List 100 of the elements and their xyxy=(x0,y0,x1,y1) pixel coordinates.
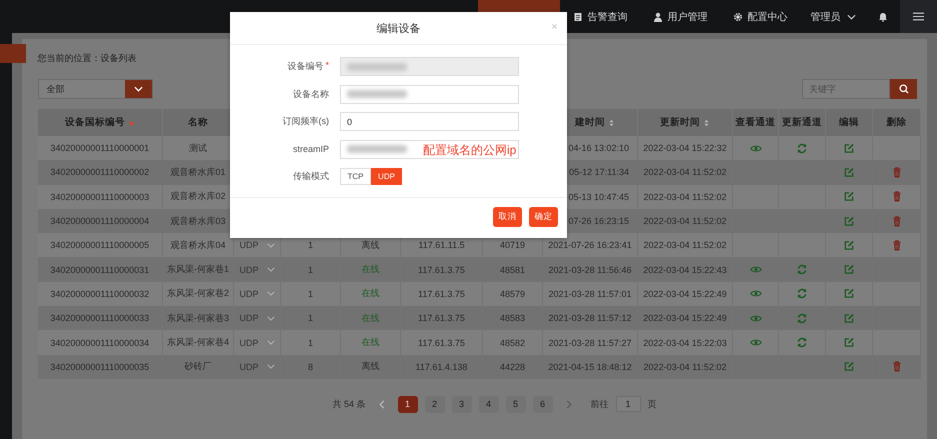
radio-button[interactable]: TCP xyxy=(340,168,371,186)
edit-icon[interactable] xyxy=(843,337,855,348)
input-field[interactable] xyxy=(340,84,519,104)
eye-icon[interactable] xyxy=(750,312,762,324)
user-icon xyxy=(652,12,662,22)
chevron-down-icon xyxy=(846,14,856,20)
refresh-icon[interactable] xyxy=(796,312,808,324)
table-cell: 1 xyxy=(308,313,313,324)
table-cell: 07-26 16:23:15 xyxy=(568,216,629,226)
edit-icon[interactable] xyxy=(843,142,855,154)
table-cell: 34020000001110000033 xyxy=(50,313,150,324)
table-cell: 观音桥水库04 xyxy=(170,240,226,250)
table-cell: 117.61.3.75 xyxy=(418,288,465,299)
table-cell: 117.61.3.75 xyxy=(418,338,465,348)
page-button[interactable]: 1 xyxy=(398,396,418,413)
column-header: 更新时间 xyxy=(660,116,700,129)
nav-item[interactable]: 告警查询 xyxy=(560,0,640,33)
table-cell: 117.61.3.75 xyxy=(418,264,465,275)
table-cell: 2022-03-04 15:22:43 xyxy=(643,264,727,275)
table-cell: 48583 xyxy=(500,313,526,324)
input-field[interactable]: 配置域名的公网ip xyxy=(340,140,519,159)
eye-icon[interactable] xyxy=(750,142,762,154)
refresh-icon[interactable] xyxy=(796,142,808,154)
field-label: 订阅频率(s) xyxy=(282,115,329,128)
table-cell: 34020000001110000002 xyxy=(50,167,150,178)
refresh-icon[interactable] xyxy=(796,288,808,300)
refresh-icon[interactable] xyxy=(796,337,808,348)
column-header: 建时间 xyxy=(575,116,605,129)
close-icon[interactable] xyxy=(551,23,558,30)
table-cell: 测试 xyxy=(189,142,207,153)
eye-icon[interactable] xyxy=(750,288,762,300)
goto-label: 前往 xyxy=(590,398,609,411)
page-button[interactable]: 6 xyxy=(532,396,553,413)
field-label: streamIP xyxy=(292,144,329,154)
page-input[interactable]: 1 xyxy=(616,396,641,412)
edit-icon[interactable] xyxy=(843,264,855,276)
next-page-icon[interactable] xyxy=(566,400,572,409)
table-cell: 34020000001110000004 xyxy=(50,216,150,226)
edit-icon[interactable] xyxy=(843,288,855,300)
table-cell: 05-12 17:11:34 xyxy=(569,167,629,178)
column-header: 更新通道 xyxy=(782,116,822,129)
nav-item[interactable]: 配置中心 xyxy=(720,0,800,33)
trash-icon[interactable] xyxy=(890,361,902,372)
nav-item[interactable]: 用户管理 xyxy=(640,0,720,33)
edit-icon[interactable] xyxy=(843,216,855,227)
annotation-text: 配置域名的公网ip xyxy=(423,142,516,158)
previous-page-icon[interactable] xyxy=(378,400,385,409)
sort-up-icon[interactable] xyxy=(128,118,135,126)
page-button[interactable]: 5 xyxy=(506,396,526,413)
table-cell: 砂砖厂 xyxy=(184,361,212,372)
table-cell: 2021-07-26 16:23:41 xyxy=(548,240,632,250)
user-menu[interactable]: 管理员 xyxy=(800,0,866,33)
table-cell: 8 xyxy=(308,362,313,372)
table-cell: 1 xyxy=(308,264,313,275)
filter-select[interactable]: 全部 xyxy=(38,79,152,99)
table-cell: 2022-03-04 11:52:02 xyxy=(644,240,726,250)
search-icon xyxy=(898,84,908,94)
table-cell: 东风渠-何家巷3 xyxy=(166,312,229,323)
table-cell: 东风渠-何家巷4 xyxy=(166,337,229,348)
table-cell: 2022-03-04 15:22:03 xyxy=(643,338,727,348)
column-header: 编辑 xyxy=(839,116,859,129)
table-cell: 48581 xyxy=(500,264,526,275)
input-field[interactable]: 0 xyxy=(340,112,519,132)
trash-icon[interactable] xyxy=(890,191,902,202)
search-button[interactable] xyxy=(890,79,917,99)
table-cell: 2022-03-04 15:22:49 xyxy=(643,288,727,299)
table-cell: 2021-03-28 11:56:46 xyxy=(548,264,632,275)
sort-icon[interactable] xyxy=(608,118,615,126)
eye-icon[interactable] xyxy=(750,264,762,276)
radio-button[interactable]: UDP xyxy=(371,168,402,186)
eye-icon[interactable] xyxy=(750,337,762,348)
dialog-title: 编辑设备 xyxy=(376,22,420,36)
dialog-button[interactable]: 确定 xyxy=(529,207,558,227)
refresh-icon[interactable] xyxy=(796,264,808,276)
table-cell: 48582 xyxy=(500,338,526,348)
edit-icon[interactable] xyxy=(843,240,855,251)
trash-icon[interactable] xyxy=(890,216,902,227)
dialog-button[interactable]: 取消 xyxy=(493,207,522,227)
page-button[interactable]: 4 xyxy=(478,396,499,413)
bell-icon[interactable] xyxy=(878,12,888,22)
edit-icon[interactable] xyxy=(843,191,855,202)
menu-button[interactable] xyxy=(900,0,937,33)
table-cell: 34020000001110000032 xyxy=(50,288,150,299)
sort-icon[interactable] xyxy=(703,118,710,126)
page-unit: 页 xyxy=(648,398,657,411)
table-cell: 2022-03-04 15:22:49 xyxy=(643,313,727,324)
page-button[interactable]: 3 xyxy=(452,396,472,413)
table-cell: 34020000001110000003 xyxy=(50,192,150,202)
edit-icon[interactable] xyxy=(843,167,855,178)
page-button[interactable]: 2 xyxy=(424,396,445,413)
trash-icon[interactable] xyxy=(890,240,902,251)
table-cell: 1 xyxy=(308,288,313,299)
table-cell: 34020000001110000005 xyxy=(50,240,150,250)
table-cell: 观音桥水库03 xyxy=(170,216,226,226)
table-cell: 44228 xyxy=(500,362,526,372)
status-text: 离线 xyxy=(362,361,380,372)
edit-icon[interactable] xyxy=(843,361,855,372)
trash-icon[interactable] xyxy=(890,167,902,178)
edit-icon[interactable] xyxy=(843,312,855,324)
table-cell: 东风渠-何家巷2 xyxy=(166,288,229,298)
